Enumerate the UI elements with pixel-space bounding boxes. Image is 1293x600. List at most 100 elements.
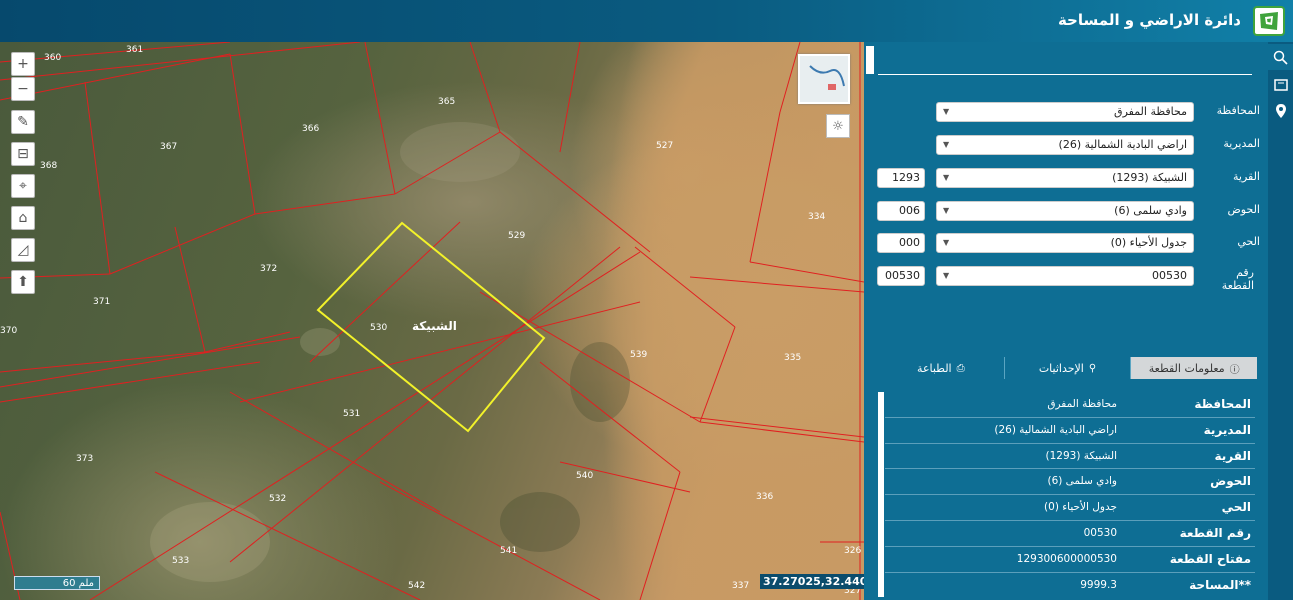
village-code-input[interactable]: 1293 [877, 168, 925, 188]
search-button[interactable] [1268, 44, 1293, 70]
parcel-info-table: المحافظة محافظة المفرق المديرية اراضي البا… [885, 392, 1255, 598]
form-row-village: 1293 ▼ الشبيكة (1293) القرية [864, 168, 1268, 190]
svg-text:372: 372 [260, 264, 277, 274]
compass-icon: ⬆ [17, 274, 29, 290]
parcel-code-input[interactable]: 00530 [877, 266, 925, 286]
land-department-logo-icon[interactable] [1253, 6, 1285, 36]
form-row-parcel-number: 00530 ▼ 00530 رقم القطعة [864, 266, 1268, 292]
form-row-neighborhood: 000 ▼ جدول الأحياء (0) الحي [864, 233, 1268, 255]
info-row: القرية الشبيكة (1293) [885, 444, 1255, 470]
info-row: المحافظة محافظة المفرق [885, 392, 1255, 418]
form-row-basin: 006 ▼ وادي سلمى (6) الحوض [864, 201, 1268, 223]
caret-down-icon: ▼ [943, 206, 950, 215]
selected-place-label: الشبيكة [412, 319, 457, 333]
home-icon: ⌂ [18, 210, 28, 226]
info-row: مفتاح القطعة 129300600000530 [885, 547, 1255, 573]
tab-coordinates[interactable]: ⚲ الإحداثيات [1005, 357, 1132, 379]
svg-text:367: 367 [160, 142, 177, 152]
compass-button[interactable]: ⬆ [11, 270, 35, 294]
caret-down-icon: ▼ [943, 140, 950, 149]
directorate-select[interactable]: ▼ اراضي البادية الشمالية (26) [936, 135, 1194, 155]
ruler-icon: ⊟ [17, 146, 29, 162]
neighborhood-select[interactable]: ▼ جدول الأحياء (0) [936, 233, 1194, 253]
info-row: الحوض وادي سلمى (6) [885, 469, 1255, 496]
caret-down-icon: ▼ [943, 238, 950, 247]
basin-code-input[interactable]: 006 [877, 201, 925, 221]
basin-select[interactable]: ▼ وادي سلمى (6) [936, 201, 1194, 221]
parcel-overlay: 360 361 365 366 367 368 527 529 334 372 … [0, 42, 864, 600]
zoom-out-button[interactable]: − [11, 77, 35, 101]
caret-down-icon: ▼ [943, 271, 950, 280]
map-pin-icon [1275, 104, 1286, 118]
parcel-number-label: رقم القطعة [1221, 266, 1254, 292]
svg-text:361: 361 [126, 45, 143, 55]
person-pin-icon: ⚲ [1088, 362, 1097, 374]
area-button[interactable]: ◿ [11, 238, 35, 262]
svg-text:541: 541 [500, 546, 517, 556]
crosshair-icon: ⌖ [19, 178, 27, 194]
layers-button[interactable] [1268, 72, 1293, 98]
draw-button[interactable]: ✎ [11, 110, 35, 134]
info-row: الحي جدول الأحياء (0) [885, 495, 1255, 521]
scale-bar: 60 ملم [14, 576, 100, 590]
svg-text:368: 368 [40, 161, 57, 171]
satellite-map[interactable]: 360 361 365 366 367 368 527 529 334 372 … [0, 42, 864, 600]
search-icon [1273, 50, 1288, 65]
neighborhood-code-input[interactable]: 000 [877, 233, 925, 253]
neighborhood-label: الحي [1237, 235, 1260, 248]
print-icon: ⎙ [956, 362, 965, 374]
zoom-in-button[interactable]: + [11, 52, 35, 76]
svg-text:527: 527 [656, 141, 673, 151]
parcel-select[interactable]: ▼ 00530 [936, 266, 1194, 286]
info-scrollbar[interactable] [878, 392, 884, 597]
directorate-label: المديرية [1223, 137, 1260, 150]
village-select[interactable]: ▼ الشبيكة (1293) [936, 168, 1194, 188]
pencil-icon: ✎ [17, 114, 29, 130]
info-row: **المساحة 9999.3 [1080, 577, 1251, 592]
governorate-label: المحافظة [1216, 104, 1260, 117]
basin-label: الحوض [1227, 203, 1261, 216]
svg-text:532: 532 [269, 494, 286, 504]
location-button[interactable] [1268, 98, 1293, 124]
card-icon [1273, 79, 1288, 91]
coordinate-readout: 37.27025,32.44081 [760, 574, 864, 589]
governorate-select[interactable]: ▼ محافظة المفرق [936, 102, 1194, 122]
panel-scrollbar[interactable] [866, 46, 874, 74]
svg-text:542: 542 [408, 581, 425, 591]
svg-text:370: 370 [0, 326, 17, 336]
tab-print[interactable]: ⎙ الطباعة [878, 357, 1005, 379]
basemap-toggle-button[interactable]: ☼ [826, 114, 850, 138]
selected-parcel-number: 530 [370, 323, 387, 333]
village-label: القرية [1232, 170, 1260, 183]
svg-text:326: 326 [844, 546, 861, 556]
svg-text:336: 336 [756, 492, 773, 502]
svg-text:531: 531 [343, 409, 360, 419]
svg-text:371: 371 [93, 297, 110, 307]
panel-divider [878, 74, 1252, 75]
svg-text:366: 366 [302, 124, 319, 134]
svg-text:365: 365 [438, 97, 455, 107]
minus-icon: − [17, 81, 29, 97]
svg-text:335: 335 [784, 353, 801, 363]
svg-text:360: 360 [44, 53, 61, 63]
sun-icon: ☼ [832, 118, 844, 134]
locate-button[interactable]: ⌖ [11, 174, 35, 198]
scale-label: 60 ملم [62, 577, 94, 589]
parcel-search-panel: ▼ محافظة المفرق المحافظة ▼ اراضي البادية ا… [864, 42, 1268, 600]
form-row-directorate: ▼ اراضي البادية الشمالية (26) المديرية [864, 135, 1268, 157]
measure-button[interactable]: ⊟ [11, 142, 35, 166]
svg-text:373: 373 [76, 454, 93, 464]
overview-minimap[interactable] [798, 54, 850, 104]
right-sidebar [1268, 42, 1293, 600]
svg-text:539: 539 [630, 350, 647, 360]
caret-down-icon: ▼ [943, 173, 950, 182]
caret-down-icon: ▼ [943, 107, 950, 116]
plus-icon: + [17, 56, 29, 72]
form-row-governorate: ▼ محافظة المفرق المحافظة [864, 102, 1268, 124]
tab-parcel-info[interactable]: ⓘ معلومات القطعة [1131, 357, 1258, 379]
app-title: دائرة الاراضي و المساحة [1057, 11, 1241, 29]
home-button[interactable]: ⌂ [11, 206, 35, 230]
info-icon: ⓘ [1229, 364, 1240, 376]
svg-text:334: 334 [808, 212, 825, 222]
app-header: دائرة الاراضي و المساحة [0, 0, 1293, 42]
